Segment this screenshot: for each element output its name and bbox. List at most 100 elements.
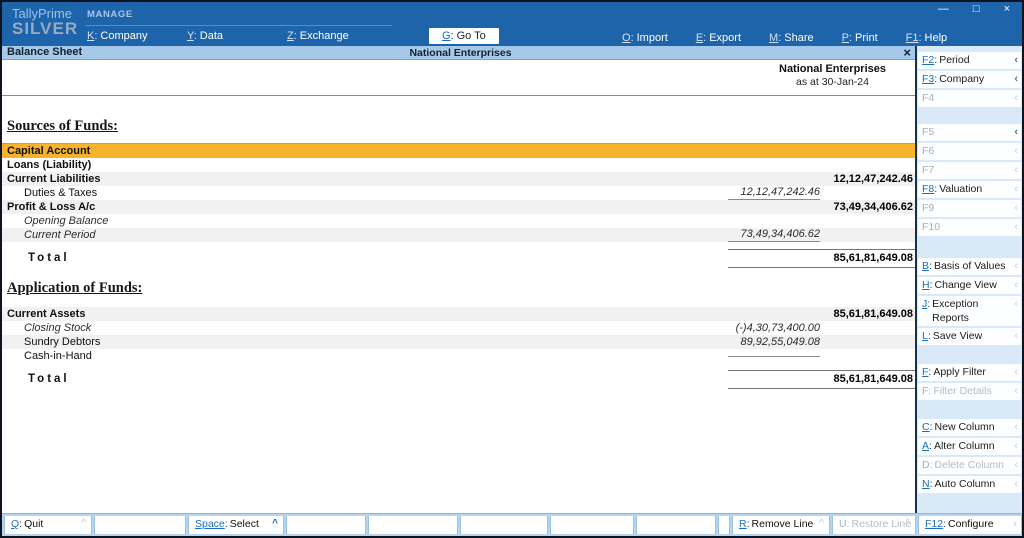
- sidebar-button-f4: F4 ‹: [918, 90, 1021, 107]
- statusbar-empty-segment: [94, 516, 186, 534]
- report-close-icon[interactable]: ×: [903, 45, 911, 60]
- statusbar-label: Quit: [24, 518, 44, 530]
- report-row-capital-account[interactable]: Capital Account: [2, 143, 917, 158]
- menu-colon: :: [848, 32, 853, 44]
- application-total-row[interactable]: Total 85,61,81,649.08: [2, 370, 917, 389]
- sidebar-button-f-apply-filter[interactable]: F: Apply Filter ‹: [918, 364, 1021, 381]
- sidebar-button-f3-company[interactable]: F3: Company ‹: [918, 71, 1021, 88]
- total-amount: 85,61,81,649.08: [833, 373, 913, 385]
- report-row-current-period[interactable]: Current Period 73,49,34,406.62: [2, 228, 917, 242]
- menu-label: Import: [636, 32, 668, 44]
- row-amount-inner: [728, 355, 820, 357]
- chevron-left-icon: ‹: [1014, 260, 1018, 272]
- sidebar-button-c-new-column[interactable]: C: New Column ‹: [918, 419, 1021, 436]
- report-row-duties-taxes[interactable]: Duties & Taxes 12,12,47,242.46: [2, 186, 917, 200]
- chevron-left-icon: ‹: [1014, 183, 1018, 195]
- sidebar-colon: :: [934, 73, 938, 85]
- sidebar-label: Period: [939, 54, 970, 66]
- report-row-sundry-debtors[interactable]: Sundry Debtors 89,92,55,049.08: [2, 335, 917, 349]
- statusbar-key: Space: [195, 518, 225, 530]
- sidebar-button-j-exception-reports[interactable]: J: Exception Reports ‹: [918, 296, 1021, 326]
- sidebar-button-a-alter-column[interactable]: A: Alter Column ‹: [918, 438, 1021, 455]
- menu-import[interactable]: O: Import: [622, 32, 668, 44]
- menu-colon: :: [293, 30, 297, 42]
- statusbar-configure[interactable]: F12: Configure ‹: [918, 516, 1022, 534]
- menu-company[interactable]: K: Company: [87, 30, 187, 42]
- report-row-opening-balance[interactable]: Opening Balance: [2, 214, 917, 228]
- goto-label: Go To: [456, 30, 486, 42]
- brand-edition: SILVER: [12, 19, 79, 38]
- menu-key: M: [769, 32, 779, 44]
- sidebar-key: F2: [922, 54, 935, 66]
- sidebar-label: Company: [939, 73, 985, 85]
- statusbar-empty-segment: [550, 516, 634, 534]
- caret-up-icon: ^: [819, 518, 824, 529]
- menu-key: F1: [905, 32, 919, 44]
- sidebar-button-l-save-view[interactable]: L: Save View ‹: [918, 328, 1021, 345]
- menu-data[interactable]: Y: Data: [187, 30, 287, 42]
- chevron-left-icon: ‹: [1014, 92, 1018, 104]
- restore-icon[interactable]: □: [973, 3, 980, 15]
- report-row-current-liabilities[interactable]: Current Liabilities 12,12,47,242.46: [2, 172, 917, 186]
- sidebar-group-1: F2: Period ‹ F3: Company ‹ F4 ‹: [917, 52, 1022, 107]
- menu-key: Y: [187, 30, 194, 42]
- statusbar-select[interactable]: Space: Select ^: [188, 516, 284, 534]
- sidebar-button-f7: F7 ‹: [918, 162, 1021, 179]
- report-as-at-date: as at 30-Jan-24: [796, 76, 869, 88]
- sidebar-button-f9: F9 ‹: [918, 200, 1021, 217]
- sidebar-group-3: B: Basis of Values ‹ H: Change View ‹ J: Except…: [917, 258, 1022, 345]
- status-bar: Q: Quit ^ Space: Select ^ R: Remove Line ^ U: Rest…: [2, 513, 1022, 536]
- goto-key: G: [442, 30, 451, 42]
- statusbar-colon: :: [224, 518, 228, 530]
- chevron-left-icon: ‹: [1014, 73, 1018, 85]
- report-row-closing-stock[interactable]: Closing Stock (-)4,30,73,400.00: [2, 321, 917, 335]
- row-name: Sundry Debtors: [24, 335, 101, 348]
- statusbar-colon: :: [943, 518, 947, 530]
- report-row-cash-in-hand[interactable]: Cash-in-Hand: [2, 349, 917, 363]
- sidebar-button-h-change-view[interactable]: H: Change View ‹: [918, 277, 1021, 294]
- sidebar-group-4: F: Apply Filter ‹ F: Filter Details ‹: [917, 364, 1022, 400]
- sidebar-button-n-auto-column[interactable]: N: Auto Column ‹: [918, 476, 1021, 493]
- report-column-header: National Enterprises as at 30-Jan-24: [760, 63, 905, 89]
- sidebar-button-f2-period[interactable]: F2: Period ‹: [918, 52, 1021, 69]
- sources-total-row[interactable]: Total 85,61,81,649.08: [2, 249, 917, 268]
- row-name: Current Assets: [7, 307, 86, 320]
- chevron-left-icon: ‹: [1014, 279, 1018, 291]
- statusbar-label: Select: [229, 518, 259, 530]
- menu-colon: :: [703, 32, 707, 44]
- menu-help[interactable]: F1: Help: [906, 32, 948, 44]
- right-sidebar: F2: Period ‹ F3: Company ‹ F4 ‹ F5 ‹ F6 ‹ F7 ‹ F8: Valu…: [915, 46, 1022, 513]
- sidebar-button-f8-valuation[interactable]: F8: Valuation ‹: [918, 181, 1021, 198]
- menu-exchange[interactable]: Z: Exchange: [287, 30, 387, 42]
- total-label: Total: [28, 373, 70, 385]
- menu-share[interactable]: M: Share: [769, 32, 814, 44]
- sidebar-key: F8: [922, 183, 935, 195]
- application-rows: Current Assets 85,61,81,649.08 Closing Sto…: [2, 307, 917, 363]
- sidebar-button-b-basis-of-values[interactable]: B: Basis of Values ‹: [918, 258, 1021, 275]
- caret-up-icon: ^: [81, 518, 86, 529]
- statusbar-colon: :: [746, 518, 750, 530]
- report-title-bar: Balance Sheet National Enterprises ×: [2, 45, 919, 60]
- close-icon[interactable]: ×: [1004, 3, 1010, 15]
- menu-print[interactable]: P: Print: [842, 32, 878, 44]
- statusbar-empty-segment: [636, 516, 716, 534]
- chevron-left-icon: ‹: [1014, 459, 1018, 471]
- row-amount-inner: 89,92,55,049.08: [740, 335, 820, 348]
- goto-button[interactable]: G: Go To: [429, 28, 499, 44]
- sidebar-colon: :: [929, 421, 933, 433]
- report-row-loans-liability[interactable]: Loans (Liability): [2, 158, 917, 172]
- menu-label: Company: [100, 30, 148, 42]
- statusbar-remove-line[interactable]: R: Remove Line ^: [732, 516, 830, 534]
- manage-label: MANAGE: [87, 9, 133, 20]
- report-row-current-assets[interactable]: Current Assets 85,61,81,649.08: [2, 307, 917, 321]
- statusbar-quit[interactable]: Q: Quit ^: [4, 516, 92, 534]
- menu-export[interactable]: E: Export: [696, 32, 741, 44]
- sidebar-key: H: [922, 279, 930, 291]
- row-name: Capital Account: [7, 144, 91, 157]
- minimize-icon[interactable]: —: [938, 3, 949, 15]
- sidebar-label: Change View: [934, 279, 997, 291]
- menu-label: Data: [199, 30, 224, 42]
- report-bar-company: National Enterprises: [409, 47, 512, 59]
- chevron-left-icon: ‹: [1014, 145, 1018, 157]
- report-row-profit-loss-a-c[interactable]: Profit & Loss A/c 73,49,34,406.62: [2, 200, 917, 214]
